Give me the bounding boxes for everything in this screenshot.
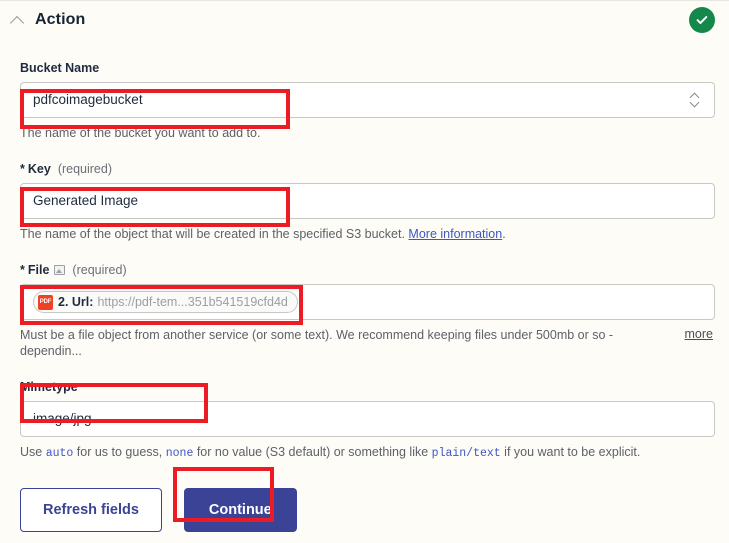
- key-value: Generated Image: [33, 193, 138, 209]
- pdf-icon: PDF: [38, 295, 53, 310]
- field-bucket-name: Bucket Name pdfcoimagebucket The name of…: [20, 61, 713, 141]
- mimetype-help-part1: Use: [20, 445, 46, 459]
- page-title: Action: [35, 11, 85, 29]
- mimetype-code-plaintext: plain/text: [432, 447, 501, 460]
- bucket-name-label: Bucket Name: [20, 61, 713, 75]
- bucket-name-select[interactable]: pdfcoimagebucket: [20, 82, 715, 118]
- key-help-suffix: .: [502, 227, 505, 241]
- action-panel-header[interactable]: Action: [0, 0, 729, 39]
- key-input[interactable]: Generated Image: [20, 183, 715, 219]
- bucket-name-label-text: Bucket Name: [20, 61, 99, 75]
- file-label: * File (required): [20, 263, 713, 277]
- image-file-icon: [54, 265, 65, 275]
- key-required-note: (required): [58, 162, 112, 176]
- mimetype-help: Use auto for us to guess, none for no va…: [20, 444, 713, 462]
- key-label: * Key (required): [20, 162, 713, 176]
- continue-button-wrapper: Continue: [184, 488, 297, 532]
- file-token-value: https://pdf-tem...351b541519cfd4d: [97, 295, 287, 309]
- bucket-name-help: The name of the bucket you want to add t…: [20, 125, 713, 141]
- mimetype-code-none: none: [166, 447, 194, 460]
- bucket-name-value: pdfcoimagebucket: [33, 92, 143, 108]
- file-token-chip[interactable]: PDF 2. Url: https://pdf-tem...351b541519…: [33, 291, 298, 313]
- mimetype-label-text: Mimetype: [20, 380, 78, 394]
- field-file: * File (required) PDF 2. Url: https://pd…: [20, 263, 713, 359]
- check-circle-icon: [689, 7, 715, 33]
- field-key: * Key (required) Generated Image The nam…: [20, 162, 713, 242]
- mimetype-input[interactable]: image/jpg: [20, 401, 715, 437]
- mimetype-help-part3: for no value (S3 default) or something l…: [193, 445, 431, 459]
- more-information-link[interactable]: More information: [408, 227, 502, 241]
- mimetype-help-part2: for us to guess,: [73, 445, 165, 459]
- chevron-up-icon[interactable]: [10, 12, 26, 28]
- file-input[interactable]: PDF 2. Url: https://pdf-tem...351b541519…: [20, 284, 715, 320]
- field-mimetype: Mimetype image/jpg Use auto for us to gu…: [20, 380, 713, 462]
- continue-button[interactable]: Continue: [184, 488, 297, 532]
- file-required-note: (required): [72, 263, 126, 277]
- refresh-fields-button[interactable]: Refresh fields: [20, 488, 162, 532]
- chevron-updown-icon[interactable]: [690, 92, 700, 108]
- key-help: The name of the object that will be crea…: [20, 226, 713, 242]
- key-label-text: Key: [28, 162, 51, 176]
- file-help-row: Must be a file object from another servi…: [20, 320, 713, 359]
- file-label-text: File: [28, 263, 50, 277]
- file-help-more-link[interactable]: more: [685, 327, 713, 341]
- file-required-star: *: [20, 263, 25, 277]
- mimetype-code-auto: auto: [46, 447, 74, 460]
- mimetype-label: Mimetype: [20, 380, 713, 394]
- mimetype-value: image/jpg: [33, 411, 92, 427]
- key-help-prefix: The name of the object that will be crea…: [20, 227, 408, 241]
- mimetype-help-part4: if you want to be explicit.: [501, 445, 641, 459]
- action-button-row: Refresh fields Continue: [0, 488, 729, 532]
- file-help: Must be a file object from another servi…: [20, 327, 675, 359]
- key-required-star: *: [20, 162, 25, 176]
- action-form: Bucket Name pdfcoimagebucket The name of…: [0, 39, 729, 462]
- file-token-label: 2. Url:: [58, 295, 93, 309]
